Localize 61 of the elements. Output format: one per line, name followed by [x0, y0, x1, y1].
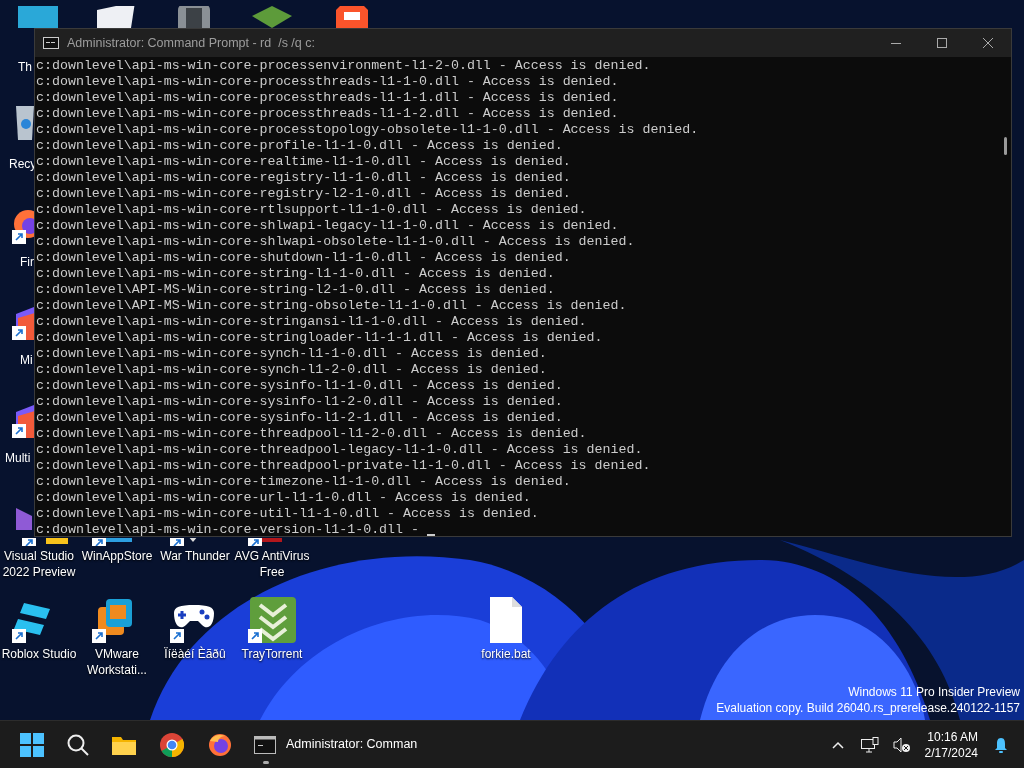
app-icon[interactable]: [16, 6, 60, 28]
console-line: c:downlevel\api-ms-win-core-processenvironment-l1-2-0.dll - Access is denied.: [36, 58, 651, 74]
window-title: Administrator: Command Prompt - rd /s /q c:: [67, 34, 315, 52]
icon-label: TrayTorrent: [240, 646, 304, 662]
console-line: c:downlevel\api-ms-win-core-threadpool-legacy-l1-1-0.dll - Access is denied.: [36, 442, 643, 458]
icon-label: forkie.bat: [480, 646, 532, 662]
icon-label: VMware Workstati...: [86, 646, 148, 678]
console-line: c:downlevel\API-MS-Win-core-string-l2-1-0.dll - Access is denied.: [36, 282, 555, 298]
console-line: c:downlevel\api-ms-win-core-shlwapi-obsolete-l1-1-0.dll - Access is denied.: [36, 234, 635, 250]
console-line: c:downlevel\api-ms-win-core-stringloader-l1-1-1.dll - Access is denied.: [36, 330, 603, 346]
console-line: c:downlevel\api-ms-win-core-threadpool-private-l1-1-0.dll - Access is denied.: [36, 458, 651, 474]
console-line: c:downlevel\api-ms-win-core-string-l1-1-0.dll - Access is denied.: [36, 266, 555, 282]
console-line: c:downlevel\api-ms-win-core-registry-l1-1-0.dll - Access is denied.: [36, 170, 571, 186]
console-line: c:downlevel\api-ms-win-core-processtopology-obsolete-l1-1-0.dll - Access is denied.: [36, 122, 699, 138]
chrome-icon: [160, 732, 184, 757]
console-line: c:downlevel\api-ms-win-core-synch-l1-2-0.dll - Access is denied.: [36, 362, 547, 378]
console-line: c:downlevel\api-ms-win-core-registry-l2-1-0.dll - Access is denied.: [36, 186, 571, 202]
taskbar-app-button[interactable]: Administrator: Comman: [248, 724, 426, 765]
icon-label: Multi: [5, 450, 31, 467]
speaker-muted-icon: [892, 736, 911, 753]
console-line: c:downlevel\api-ms-win-core-stringansi-l1-1-0.dll - Access is denied.: [36, 314, 587, 330]
icon-label: Fir: [20, 254, 34, 271]
console-line: c:downlevel\api-ms-win-core-sysinfo-l1-1-0.dll - Access is denied.: [36, 378, 563, 394]
windows-logo-icon: [20, 732, 44, 757]
console-line: c:downlevel\api-ms-win-core-processthreads-l1-1-1.dll - Access is denied.: [36, 90, 619, 106]
console-line: c:downlevel\api-ms-win-core-util-l1-1-0.dll - Access is denied.: [36, 506, 539, 522]
bell-icon: [994, 736, 1008, 753]
console-line: c:downlevel\api-ms-win-core-processthreads-l1-1-0.dll - Access is denied.: [36, 74, 619, 90]
console-line: c:downlevel\api-ms-win-core-rtlsupport-l1-1-0.dll - Access is denied.: [36, 202, 587, 218]
console-icon: [254, 735, 276, 754]
console-line: c:downlevel\api-ms-win-core-url-l1-1-0.dll - Access is denied.: [36, 490, 531, 506]
icon-label: Roblox Studio: [0, 646, 78, 662]
firefox-icon: [208, 732, 232, 757]
clock[interactable]: 10:16 AM 2/17/2024: [920, 728, 982, 761]
icon-label: WinAppStore: [80, 548, 154, 564]
shortcut-icon[interactable]: [248, 597, 298, 645]
console-icon: [43, 37, 59, 49]
console-line: c:downlevel\api-ms-win-core-threadpool-l1-2-0.dll - Access is denied.: [36, 426, 587, 442]
console-line: c:downlevel\api-ms-win-core-realtime-l1-1-0.dll - Access is denied.: [36, 154, 571, 169]
icon-label: Mi: [20, 352, 33, 369]
console-line: c:downlevel\api-ms-win-core-processthreads-l1-1-2.dll - Access is denied.: [36, 106, 619, 122]
console-line: c:downlevel\api-ms-win-core-shutdown-l1-1-0.dll - Access is denied.: [36, 250, 571, 266]
search-icon: [67, 733, 89, 756]
icon-label: War Thunder: [159, 548, 231, 564]
icon-label: AVG AntiVirus Free: [233, 548, 311, 580]
chevron-up-icon: [831, 740, 844, 749]
close-icon: [983, 38, 993, 48]
icon-label: Th: [18, 59, 32, 76]
console-line: c:downlevel\api-ms-win-core-sysinfo-l1-2-1.dll - Access is denied.: [36, 410, 563, 426]
console-line: c:downlevel\api-ms-win-core-profile-l1-1-0.dll - Access is denied.: [36, 138, 563, 154]
console-line: c:downlevel\api-ms-win-core-synch-l1-1-0.dll - Access is denied.: [36, 346, 547, 362]
console-line: c:downlevel\api-ms-win-core-shlwapi-legacy-l1-1-0.dll - Access is denied.: [36, 218, 619, 234]
console-line: c:downlevel\api-ms-win-core-sysinfo-l1-2-0.dll - Access is denied.: [36, 394, 563, 410]
monitor-icon: [860, 736, 879, 753]
console-line: c:downlevel\API-MS-Win-core-string-obsolete-l1-1-0.dll - Access is denied.: [36, 298, 627, 314]
console-line: c:downlevel\api-ms-win-core-timezone-l1-1-0.dll - Access is denied.: [36, 474, 571, 490]
evaluation-notice: Evaluation copy. Build 26040.rs_prerelease.240122-1157: [716, 700, 1020, 716]
folder-icon: [112, 734, 136, 755]
icon-label: Visual Studio 2022 Preview: [1, 548, 77, 580]
maximize-icon: [937, 38, 947, 48]
console-line: c:downlevel\api-ms-win-core-version-l1-1-0.dll -: [36, 522, 420, 536]
